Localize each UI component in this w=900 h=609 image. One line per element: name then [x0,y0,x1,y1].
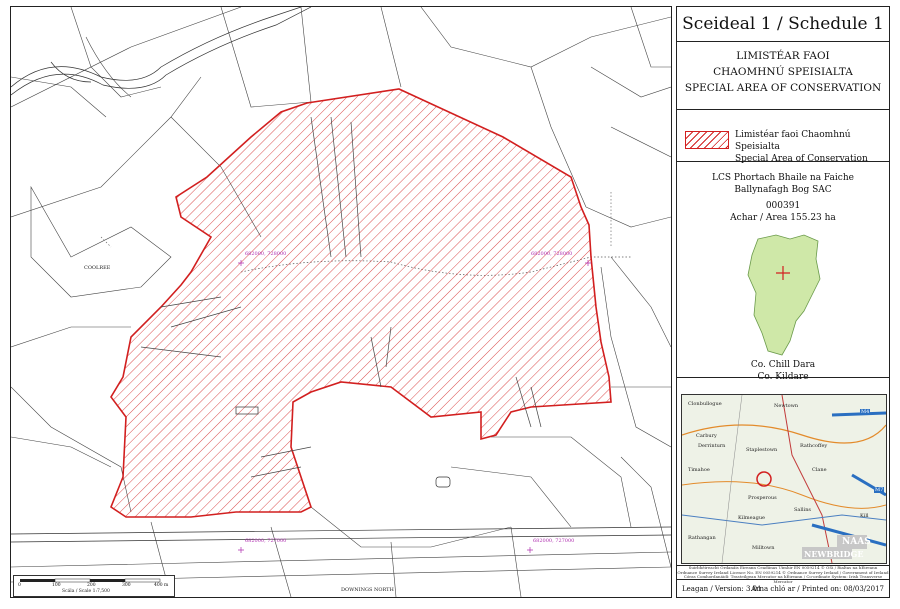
scale-label: Scála / Scale 1:7,500 [62,589,110,594]
inset-town: NEWBRIDGE [804,549,864,559]
designation-line: LIMISTÉAR FAOI [736,50,830,62]
inset-place: Rathcoffey [800,443,828,449]
inset-place: Newtown [774,403,799,409]
inset-place: Rathangan [688,535,716,541]
map-svg [11,7,671,597]
inset-place: Carbury [696,433,717,439]
inset-town: NAAS [842,537,871,547]
inset-place: Kill [860,513,869,519]
schedule-title: Sceideal 1 / Schedule 1 [677,7,889,42]
scale-tick: 400 m [154,583,169,588]
townland-label: COOLREE [84,265,111,271]
designation-line: SPECIAL AREA OF CONSERVATION [684,82,882,94]
scale-tick: 0 [18,583,21,588]
grid-coord: 682000, 727000 [245,538,287,544]
scale-tick: 100 [52,583,61,588]
legend-text: Limistéar faoi Chaomhnú Speisialta Speci… [735,129,889,165]
locator-map[interactable]: Clonbullogue Newtown Carbury Derrinturn … [681,394,887,564]
inset-place: Prosperous [748,495,777,501]
site-english-name: Ballynafagh Bog SAC [734,185,832,195]
county-shape [747,234,821,356]
inset-place: Timahoe [688,467,710,473]
credits: Suirbhéireacht Ordanáis Éireann Ceadúnas… [677,565,889,583]
inset-place: Staplestown [746,447,778,453]
printed-date: Arna chló ar / Printed on: 08/03/2017 [751,585,884,593]
grid-coord: 682000, 727000 [533,538,575,544]
main-map[interactable]: 682000, 728000 682000, 728000 682000, 72… [10,6,672,598]
legend: Limistéar faoi Chaomhnú Speisialta Speci… [677,111,889,165]
scale-tick: 200 [87,583,96,588]
scale-bar: 0 100 200 300 400 m Scála / Scale 1:7,50… [13,575,175,597]
townland-label: DOWNINGS NORTH [341,587,394,593]
inset-place: Clane [812,467,827,473]
legend-panel: Sceideal 1 / Schedule 1 LIMISTÉAR FAOI C… [676,6,890,598]
inset-place: Milltown [752,545,775,551]
version: Leagan / Version: 3.01 [682,585,762,593]
site-info: LCS Phortach Bhaile na Faiche Ballynafag… [677,162,889,382]
grid-coord: 682000, 728000 [531,251,573,257]
site-area: Achar / Area 155.23 ha [730,213,836,223]
county-irish: Co. Chill Dara [750,360,816,370]
footer: Leagan / Version: 3.01 Arna chló ar / Pr… [677,579,889,598]
county-outline-map [747,234,821,356]
legend-irish: Limistéar faoi Chaomhnú Speisialta [735,130,851,152]
site-irish-name: LCS Phortach Bhaile na Faiche [712,173,854,183]
grid-coord: 682000, 728000 [245,251,287,257]
designation-line: CHAOMHNÚ SPEISIALTA [713,66,853,78]
designation-title: LIMISTÉAR FAOI CHAOMHNÚ SPEISIALTA SPECI… [677,42,889,110]
motorway-shield: M7 [874,487,885,493]
inset-place: Kilmeague [738,515,765,521]
inset-place: Derrinturn [698,443,726,449]
inset-place: Sallins [794,507,811,513]
inset-place: Clonbullogue [688,401,722,407]
site-code: 000391 [765,201,801,211]
county-english: Co. Kildare [757,372,809,382]
sac-swatch [685,131,729,149]
scale-tick: 300 [122,583,131,588]
motorway-shield: M4 [860,409,871,415]
